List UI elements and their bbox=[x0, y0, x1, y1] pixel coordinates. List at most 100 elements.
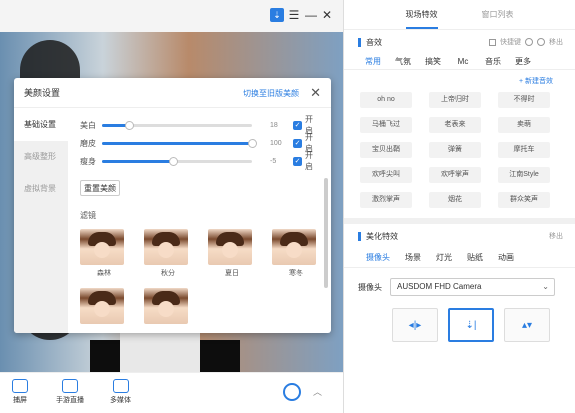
filter-name: 寒冬 bbox=[289, 270, 303, 277]
slider-value: 100 bbox=[270, 139, 282, 147]
category-more[interactable]: 更多 bbox=[508, 56, 538, 67]
category-music[interactable]: 音乐 bbox=[478, 56, 508, 67]
sound-effect-item[interactable]: 烟花 bbox=[429, 192, 481, 208]
slider-fill bbox=[102, 159, 173, 163]
sound-effects-header: 音效 快捷键 移出 bbox=[344, 30, 575, 54]
sound-effect-item[interactable]: 摩托车 bbox=[498, 142, 550, 158]
filter-item-5[interactable] bbox=[80, 288, 128, 324]
slider-handle[interactable] bbox=[125, 120, 134, 130]
reset-beauty-button[interactable]: 重置美颜 bbox=[80, 180, 120, 196]
tab-camera[interactable]: 摄像头 bbox=[366, 252, 390, 263]
side-item-virtual-bg[interactable]: 虚拟背景 bbox=[14, 173, 68, 205]
camera-select[interactable]: AUSDOM FHD Camera ⌄ bbox=[390, 278, 555, 296]
filter-thumbnail bbox=[144, 229, 188, 265]
tool-label: 捕屏 bbox=[13, 397, 27, 404]
camera-row: 摄像头 AUSDOM FHD Camera ⌄ bbox=[344, 278, 575, 296]
filter-item-autumn[interactable]: 秋分 bbox=[144, 229, 192, 278]
filter-thumbnail bbox=[208, 229, 252, 265]
new-sound-effect-button[interactable]: + 新建音效 bbox=[344, 76, 575, 86]
slider-value: 18 bbox=[270, 121, 278, 129]
remove-link[interactable]: 移出 bbox=[549, 231, 563, 241]
filter-thumbnail bbox=[80, 229, 124, 265]
tab-scene[interactable]: 场景 bbox=[405, 252, 421, 263]
sound-effect-item[interactable]: 卖萌 bbox=[498, 117, 550, 133]
filter-thumbnail bbox=[272, 229, 316, 265]
multimedia-button[interactable]: 多媒体 bbox=[110, 379, 131, 405]
tab-window-list[interactable]: 窗口列表 bbox=[482, 9, 514, 20]
download-icon[interactable]: ⇣ bbox=[270, 8, 284, 22]
filter-item-summer[interactable]: 夏日 bbox=[208, 229, 256, 278]
sound-effect-item[interactable]: 宝贝出鞘 bbox=[360, 142, 412, 158]
slider-smooth: 磨皮 100 ✓ 开启 bbox=[80, 133, 320, 153]
slider-label: 美白 bbox=[80, 120, 96, 130]
sound-effect-item[interactable]: 欢呼掌声 bbox=[429, 167, 481, 183]
dialog-scrollbar[interactable] bbox=[324, 178, 328, 288]
filter-section-title: 滤镜 bbox=[80, 211, 96, 220]
switch-old-beauty-link[interactable]: 切换至旧版美颜 bbox=[243, 88, 299, 99]
sound-effect-item[interactable]: 不得时 bbox=[498, 92, 550, 108]
chevron-up-icon[interactable]: ︿ bbox=[313, 385, 322, 398]
sound-effect-item[interactable]: 马桶飞过 bbox=[360, 117, 412, 133]
filter-item-winter[interactable]: 寒冬 bbox=[272, 229, 320, 278]
enable-label: 开启 bbox=[305, 151, 313, 171]
category-atmosphere[interactable]: 气氛 bbox=[388, 56, 418, 67]
side-item-advanced[interactable]: 高级整形 bbox=[14, 141, 68, 173]
tab-animation[interactable]: 动画 bbox=[498, 252, 514, 263]
filter-item-6[interactable] bbox=[144, 288, 192, 324]
minimize-icon[interactable]: — bbox=[304, 8, 318, 22]
slider-handle[interactable] bbox=[248, 138, 257, 148]
slider-track[interactable] bbox=[102, 120, 252, 130]
side-item-basic[interactable]: 基础设置 bbox=[14, 109, 68, 141]
sound-effect-item[interactable]: 江南Style bbox=[498, 167, 550, 183]
camera-preview: ⇣ ☰ — ✕ 美颜设置 切换至旧版美颜 ✕ 基础设置 高级整形 虚拟背景 美白… bbox=[0, 0, 343, 372]
capture-screen-button[interactable]: 捕屏 bbox=[12, 379, 28, 405]
quick-key-label: 快捷键 bbox=[500, 39, 521, 46]
category-mc[interactable]: Mc bbox=[448, 57, 478, 66]
enable-checkbox[interactable]: ✓ bbox=[293, 156, 302, 166]
category-funny[interactable]: 搞笑 bbox=[418, 56, 448, 67]
category-common[interactable]: 常用 bbox=[358, 56, 388, 67]
close-window-icon[interactable]: ✕ bbox=[320, 8, 334, 22]
slider-handle[interactable] bbox=[168, 156, 178, 166]
sound-effect-item[interactable]: 老表来 bbox=[429, 117, 481, 133]
close-icon[interactable]: ✕ bbox=[310, 85, 321, 101]
enable-checkbox[interactable]: ✓ bbox=[293, 138, 302, 148]
dialog-title: 美颜设置 bbox=[24, 88, 61, 98]
flip-icon[interactable]: ▴▾ bbox=[504, 308, 550, 342]
sound-effect-item[interactable]: 欢呼尖叫 bbox=[360, 167, 412, 183]
remove-link[interactable]: 移出 bbox=[549, 37, 563, 47]
filter-grid: 森林 秋分 夏日 寒冬 bbox=[80, 229, 331, 333]
capture-icon bbox=[12, 379, 28, 393]
tab-lighting[interactable]: 灯光 bbox=[436, 252, 452, 263]
mirror-vertical-icon[interactable]: ⇣| bbox=[448, 308, 494, 342]
sound-effect-item[interactable]: 弹簧 bbox=[429, 142, 481, 158]
tab-live-effects[interactable]: 现场特效 bbox=[405, 9, 438, 29]
sound-effect-item[interactable]: 群众笑声 bbox=[498, 192, 550, 208]
filter-thumbnail bbox=[80, 288, 124, 324]
slider-slim: 瘦身 -5 ✓ 开启 bbox=[80, 151, 320, 171]
enable-checkbox[interactable]: ✓ bbox=[293, 120, 302, 130]
sound-effect-item[interactable]: 上帝归时 bbox=[429, 92, 481, 108]
quick-key-checkbox[interactable] bbox=[489, 38, 496, 46]
slider-track[interactable] bbox=[102, 156, 252, 166]
tool-label: 多媒体 bbox=[110, 397, 131, 404]
slider-track[interactable] bbox=[102, 138, 257, 148]
section-actions: 移出 bbox=[549, 231, 563, 241]
phone-icon bbox=[62, 379, 78, 393]
dialog-sidebar: 基础设置 高级整形 虚拟背景 bbox=[14, 109, 68, 333]
filter-name: 夏日 bbox=[225, 270, 239, 277]
filter-item-forest[interactable]: 森林 bbox=[80, 229, 128, 278]
tab-stickers[interactable]: 贴纸 bbox=[467, 252, 483, 263]
mirror-horizontal-icon[interactable]: ◂|▸ bbox=[392, 308, 438, 342]
record-button[interactable] bbox=[283, 383, 301, 401]
sound-effect-item[interactable]: 激烈掌声 bbox=[360, 192, 412, 208]
right-tabs: 现场特效 窗口列表 bbox=[344, 0, 575, 30]
sound-effect-item[interactable]: oh no bbox=[360, 92, 412, 108]
play-icon bbox=[112, 379, 129, 393]
mobile-game-live-button[interactable]: 手游直播 bbox=[56, 379, 84, 405]
camera-label: 摄像头 bbox=[358, 282, 382, 292]
menu-icon[interactable]: ☰ bbox=[287, 8, 301, 22]
volume-icon[interactable] bbox=[537, 38, 545, 46]
settings-icon[interactable] bbox=[525, 38, 533, 46]
filter-name: 森林 bbox=[97, 270, 111, 277]
